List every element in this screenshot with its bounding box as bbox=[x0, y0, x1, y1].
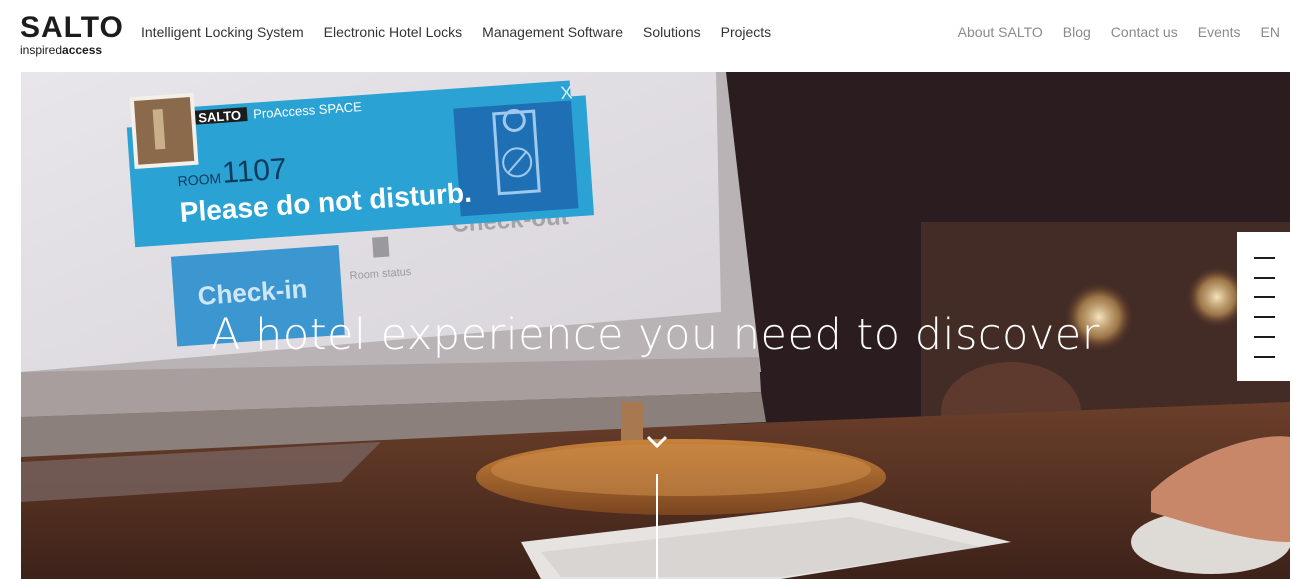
section-nav-bar[interactable] bbox=[1254, 316, 1275, 318]
popup-brand: SALTO bbox=[198, 108, 242, 126]
logo-tagline-light: inspired bbox=[20, 43, 63, 57]
main-navigation: Intelligent Locking System Electronic Ho… bbox=[141, 24, 771, 40]
nav-management-software[interactable]: Management Software bbox=[482, 24, 623, 40]
nav-contact-us[interactable]: Contact us bbox=[1111, 24, 1178, 40]
language-selector[interactable]: EN bbox=[1261, 24, 1280, 40]
nav-events[interactable]: Events bbox=[1198, 24, 1241, 40]
section-nav-bar[interactable] bbox=[1254, 257, 1275, 259]
nav-projects[interactable]: Projects bbox=[721, 24, 772, 40]
room-label: ROOM bbox=[177, 170, 222, 189]
hero-banner: Check-in Room status Check-out SALTO Pro… bbox=[21, 72, 1290, 579]
section-nav-bar[interactable] bbox=[1254, 296, 1275, 298]
nav-solutions[interactable]: Solutions bbox=[643, 24, 701, 40]
hero-title: A hotel experience you need to discover bbox=[211, 310, 1100, 360]
logo-tagline-bold: access bbox=[62, 43, 103, 57]
salto-logo[interactable]: SALTO inspiredaccess bbox=[20, 11, 124, 59]
close-icon: X bbox=[560, 82, 573, 103]
nav-electronic-hotel-locks[interactable]: Electronic Hotel Locks bbox=[324, 24, 463, 40]
nav-about-salto[interactable]: About SALTO bbox=[958, 24, 1043, 40]
utility-navigation: About SALTO Blog Contact us Events EN bbox=[958, 24, 1280, 40]
section-nav-bar[interactable] bbox=[1254, 356, 1275, 358]
logo-wordmark: SALTO bbox=[20, 11, 124, 44]
section-nav-menu[interactable] bbox=[1237, 232, 1293, 381]
section-nav-bar[interactable] bbox=[1254, 336, 1275, 338]
section-nav-bar[interactable] bbox=[1254, 277, 1275, 279]
chevron-down-icon[interactable] bbox=[645, 434, 669, 450]
room-number: 1107 bbox=[221, 152, 288, 189]
nav-blog[interactable]: Blog bbox=[1063, 24, 1091, 40]
scroll-indicator-line bbox=[656, 474, 658, 579]
logo-tagline: inspiredaccess bbox=[20, 43, 115, 57]
nav-intelligent-locking-system[interactable]: Intelligent Locking System bbox=[141, 24, 304, 40]
site-header: SALTO inspiredaccess Intelligent Locking… bbox=[0, 0, 1293, 72]
